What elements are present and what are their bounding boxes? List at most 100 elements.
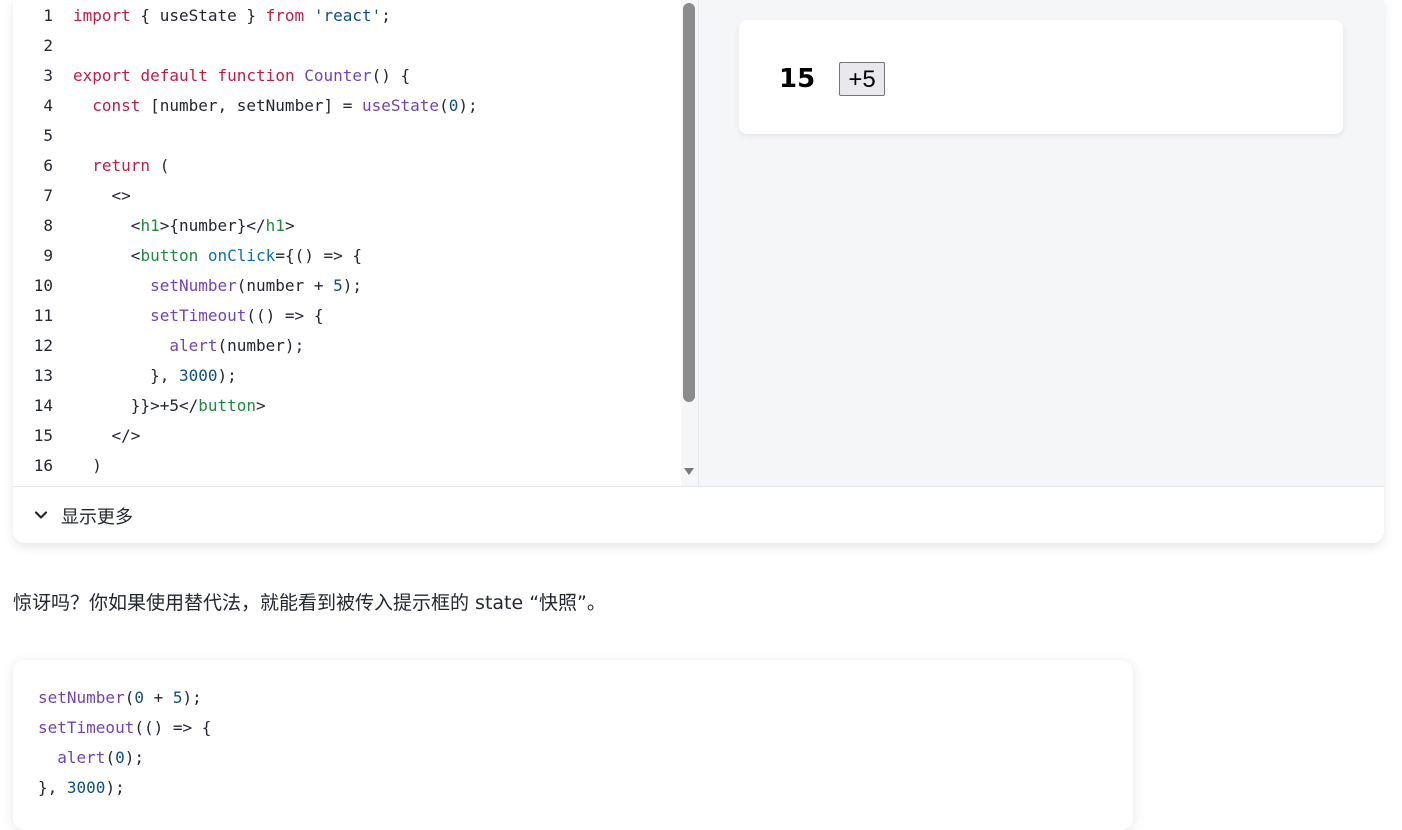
code-line: 6 return ( <box>13 151 478 181</box>
code-token: ); <box>458 96 478 115</box>
increment-button[interactable]: +5 <box>839 62 885 96</box>
show-more-bar[interactable]: 显示更多 <box>13 486 1384 543</box>
scroll-down-arrow-icon[interactable] <box>684 468 694 475</box>
code-line: 16 ) <box>13 451 478 481</box>
code-token: ) <box>73 456 102 475</box>
code-token: ); <box>124 748 144 767</box>
code-line: 5 <box>13 121 478 151</box>
code-token: ); <box>105 778 125 797</box>
code-token: useState <box>362 96 440 115</box>
code-line: 3 export default function Counter() { <box>13 61 478 91</box>
code-line: 12 alert(number); <box>13 331 478 361</box>
code-token: ={() => { <box>275 246 363 265</box>
code-token: 3000 <box>66 778 106 797</box>
code-token: }, <box>73 366 179 385</box>
code-token: 0 <box>134 688 144 707</box>
line-number: 8 <box>43 216 53 235</box>
code-token: >{number}</ <box>159 216 266 235</box>
code-line: 10 setNumber(number + 5); <box>13 271 478 301</box>
code-token: > <box>256 396 266 415</box>
code-token: (() => { <box>246 306 324 325</box>
code-line: 11 setTimeout(() => { <box>13 301 478 331</box>
code-token: }, <box>38 778 67 797</box>
code-token: (number); <box>217 336 305 355</box>
code-token: 'react' <box>313 6 382 25</box>
line-number: 1 <box>43 6 53 25</box>
line-number: 7 <box>43 186 53 205</box>
code-line: 13 }, 3000); <box>13 361 478 391</box>
code-editor[interactable]: 1 import { useState } from 'react'; 2 3 expo… <box>13 0 698 486</box>
explanation-paragraph: 惊讶吗？你如果使用替代法，就能看到被传入提示框的 state “快照”。 <box>13 592 606 614</box>
code-token: 3000 <box>178 366 218 385</box>
code-token: }}>+5</ <box>73 396 199 415</box>
line-number: 4 <box>43 96 53 115</box>
code-token: h1 <box>265 216 285 235</box>
line-number: 6 <box>43 156 53 175</box>
code-token: (() => { <box>134 718 212 737</box>
code-line: }, 3000); <box>38 773 211 803</box>
code-lines: 1 import { useState } from 'react'; 2 3 expo… <box>13 1 478 481</box>
code-token: ( <box>105 748 116 767</box>
code-token: default <box>140 66 208 85</box>
code-token: alert <box>57 748 106 767</box>
line-number: 10 <box>33 276 53 295</box>
code-token: () { <box>371 66 411 85</box>
line-number: 2 <box>43 36 53 55</box>
code-token: [number, setNumber] = <box>140 96 362 115</box>
code-token: ( <box>439 96 449 115</box>
code-token: 0 <box>448 96 459 115</box>
code-token: ); <box>217 366 237 385</box>
code-token: (number + <box>236 276 334 295</box>
counter-heading: 15 <box>779 64 816 94</box>
line-number: 11 <box>33 306 53 325</box>
line-number: 12 <box>33 336 53 355</box>
preview-frame: 15 +5 <box>739 20 1343 134</box>
code-token: ); <box>342 276 362 295</box>
code-token: { useState } <box>130 6 266 25</box>
code-token: export <box>73 66 131 85</box>
code-token: onClick <box>207 246 276 265</box>
line-number: 15 <box>33 426 53 445</box>
line-number: 5 <box>43 126 53 145</box>
line-number: 16 <box>33 456 53 475</box>
code-token: 5 <box>172 688 183 707</box>
code-token: < <box>73 216 141 235</box>
show-more-label[interactable]: 显示更多 <box>61 503 133 529</box>
code-token: ( <box>150 156 170 175</box>
editor-scrollbar-thumb[interactable] <box>683 3 695 402</box>
code-line: setTimeout(() => { <box>38 713 211 743</box>
code-token: + <box>143 688 173 707</box>
code-line: 2 <box>13 31 478 61</box>
code-token: < <box>73 246 141 265</box>
line-number: 3 <box>43 66 53 85</box>
code-token: 0 <box>115 748 125 767</box>
line-number: 14 <box>33 396 53 415</box>
code-snippet: setNumber(0 + 5); setTimeout(() => { aler… <box>13 660 1133 830</box>
code-line: alert(0); <box>38 743 211 773</box>
code-token: ( <box>124 688 135 707</box>
code-line: 15 </> <box>13 421 478 451</box>
code-line: 1 import { useState } from 'react'; <box>13 1 478 31</box>
code-line: 4 const [number, setNumber] = useState(0… <box>13 91 478 121</box>
code-token: ; <box>381 6 391 25</box>
code-token: h1 <box>140 216 160 235</box>
code-token: from <box>265 6 305 25</box>
code-token: alert <box>169 336 218 355</box>
code-token: function <box>217 66 295 85</box>
chevron-down-icon <box>34 511 48 519</box>
sandpack-container: 1 import { useState } from 'react'; 2 3 expo… <box>13 0 1384 543</box>
code-token: setTimeout <box>38 718 135 737</box>
code-token: setNumber <box>150 276 237 295</box>
snippet-lines: setNumber(0 + 5); setTimeout(() => { aler… <box>38 683 211 803</box>
line-number: 13 <box>33 366 53 385</box>
